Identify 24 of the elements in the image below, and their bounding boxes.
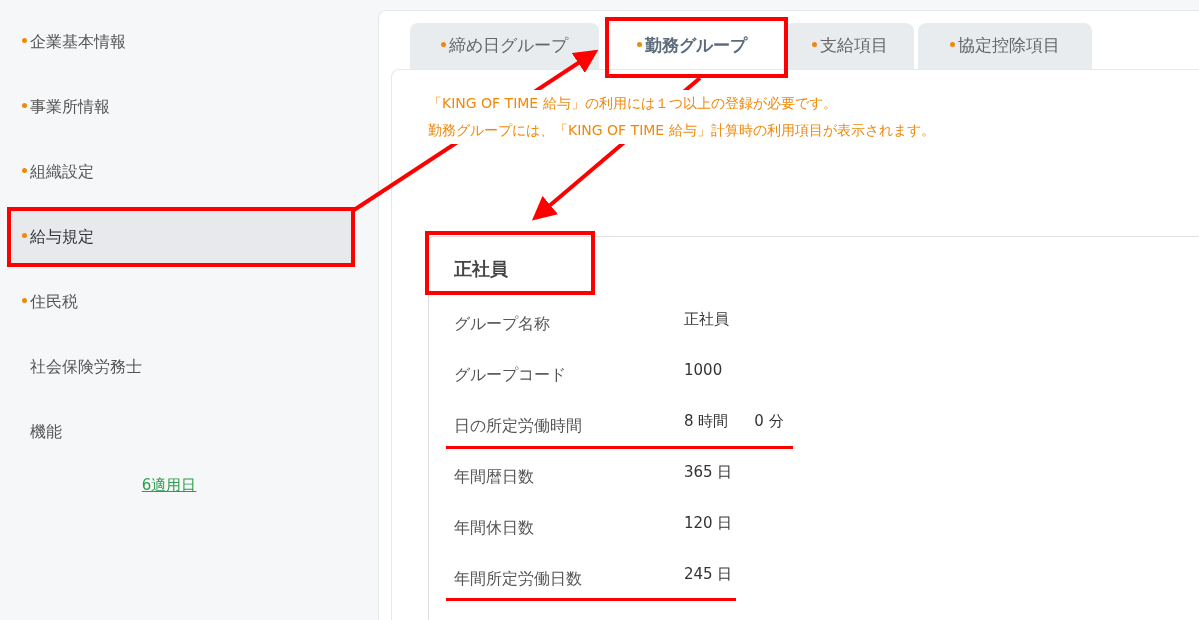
field-label: 年間暦日数 bbox=[454, 466, 535, 488]
sidebar-item[interactable]: 企業基本情報 bbox=[12, 15, 352, 69]
field-value: 120 日 bbox=[684, 513, 733, 534]
tab[interactable]: 協定控除項目 bbox=[918, 23, 1092, 69]
field-value: 245 日 bbox=[684, 564, 733, 585]
field-label: 年間休日数 bbox=[454, 517, 535, 539]
field-label: 日の所定労働時間 bbox=[454, 415, 583, 437]
field-value: 正社員 bbox=[684, 309, 729, 330]
field-label: グループコード bbox=[454, 364, 567, 386]
field-value: 1000 bbox=[684, 360, 723, 381]
tab[interactable]: 支給項目 bbox=[785, 23, 914, 69]
tab[interactable]: 締め日グループ bbox=[410, 23, 599, 69]
sidebar-item[interactable]: 組織設定 bbox=[12, 145, 352, 199]
field-value: 0 分 bbox=[754, 411, 784, 432]
field-label: グループ名称 bbox=[454, 313, 551, 335]
sidebar-item[interactable]: 社会保険労務士 bbox=[12, 340, 352, 394]
field-value: 8 時間 bbox=[684, 411, 729, 432]
group-title: 正社員 bbox=[454, 257, 509, 281]
sidebar-item[interactable]: 機能 bbox=[12, 405, 352, 459]
sidebar-item[interactable]: 給与規定 bbox=[12, 210, 352, 264]
field-label: 年間所定労働日数 bbox=[454, 568, 583, 590]
field-value: 365 日 bbox=[684, 462, 733, 483]
sidebar-item[interactable]: 事業所情報 bbox=[12, 80, 352, 134]
sidebar-item[interactable]: 住民税 bbox=[12, 275, 352, 329]
